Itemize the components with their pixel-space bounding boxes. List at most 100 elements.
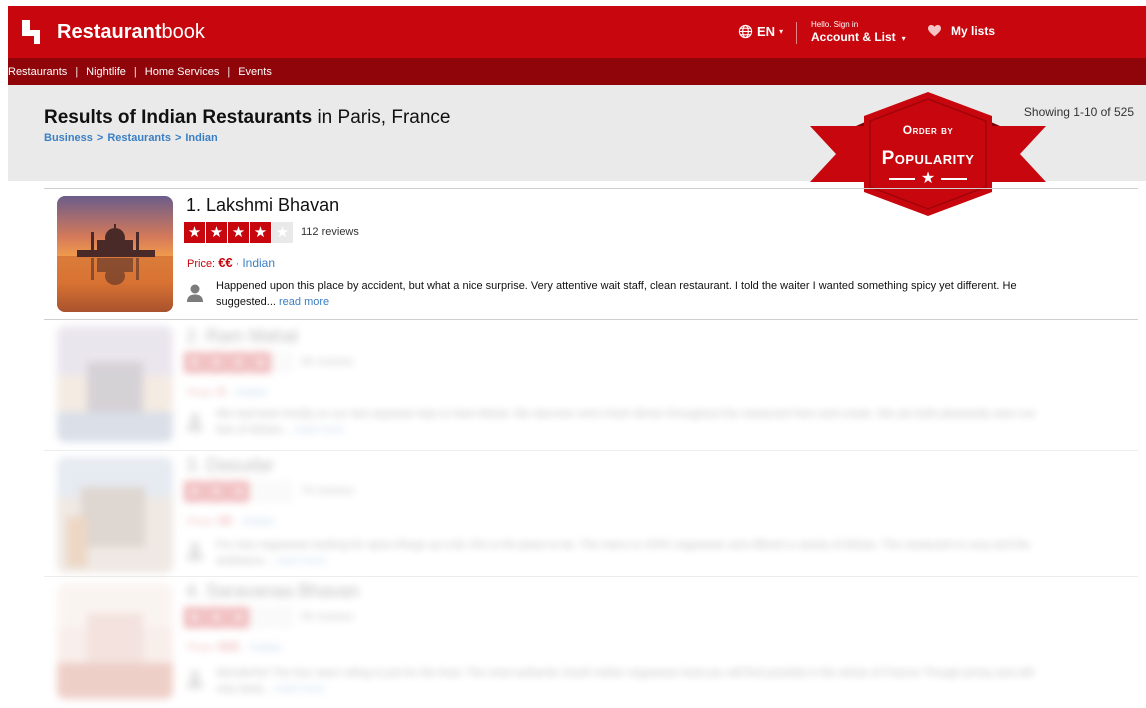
star-icon: ★	[228, 481, 249, 502]
language-label: EN	[757, 24, 776, 39]
account-menu[interactable]: Hello. Sign in Account & List ▾	[811, 20, 906, 46]
star-icon: ★	[184, 352, 205, 373]
restaurant-name[interactable]: 3. Dasudar	[186, 455, 274, 476]
restaurant-photo[interactable]	[57, 457, 173, 573]
nav-separator: |	[133, 65, 137, 78]
logo-text-light: book	[161, 21, 205, 43]
chevron-down-icon: ▾	[779, 27, 784, 36]
star-rating: ★ ★ ★ ★ ★	[184, 607, 294, 628]
user-icon	[186, 412, 204, 437]
price-level: €€	[218, 255, 233, 270]
cuisine-tag[interactable]: Indian	[242, 514, 275, 528]
read-more-link[interactable]: read more	[276, 555, 326, 567]
star-icon: ★	[272, 607, 293, 628]
category-nav: Restaurants | Nightlife | Home Services …	[8, 58, 1146, 85]
nav-item-restaurants[interactable]: Restaurants	[8, 66, 67, 78]
review-text: Wonderful! The four stars rating is just…	[216, 667, 1034, 695]
star-rating: ★ ★ ★ ★ ★	[184, 222, 294, 243]
restaurant-photo[interactable]	[57, 583, 173, 699]
star-icon: ★	[228, 352, 249, 373]
star-icon: ★	[250, 222, 271, 243]
account-label: Account & List	[811, 30, 896, 44]
star-icon: ★	[206, 352, 227, 373]
review-snippet: We had been fondly on our last separate …	[216, 406, 1046, 438]
review-count[interactable]: 78 reviews	[301, 485, 354, 497]
top-header: Restaurantbook EN ▾ Hello. Sign in Accou…	[8, 6, 1146, 58]
price-label: Price:	[187, 387, 216, 399]
star-rating: ★ ★ ★ ★ ★	[184, 352, 294, 373]
my-lists-label: My lists	[951, 24, 996, 38]
review-count[interactable]: 96 reviews	[301, 356, 354, 368]
logo-icon	[22, 20, 46, 44]
logo-text-bold: Restaurant	[57, 21, 162, 43]
star-icon: ★	[184, 222, 205, 243]
user-icon	[186, 669, 204, 694]
star-icon: ★	[184, 607, 205, 628]
restaurant-photo[interactable]	[57, 196, 173, 312]
review-snippet: Wonderful! The four stars rating is just…	[216, 665, 1046, 697]
star-icon: ★	[228, 222, 249, 243]
price-label: Price:	[187, 642, 216, 654]
page-title-location: in Paris, France	[312, 107, 451, 128]
list-item[interactable]: 3. Dasudar ★ ★ ★ ★ ★ 78 reviews Price: €…	[44, 451, 1138, 577]
review-text: For new vegetarian looking for spice thi…	[216, 539, 1030, 567]
star-rating: ★ ★ ★ ★ ★	[184, 481, 294, 502]
breadcrumb-business[interactable]: Business	[44, 132, 93, 144]
my-lists-link[interactable]: My lists	[928, 24, 995, 38]
restaurant-name[interactable]: 1. Lakshmi Bhavan	[186, 195, 339, 216]
star-icon: ★	[250, 481, 271, 502]
cuisine-tag[interactable]: Indian	[250, 640, 283, 654]
breadcrumb-indian[interactable]: Indian	[185, 132, 217, 144]
cuisine-tag[interactable]: Indian	[242, 256, 275, 270]
restaurant-name[interactable]: 4. Saravanaa Bhavan	[186, 581, 359, 602]
star-icon: ★	[206, 222, 227, 243]
user-icon	[186, 541, 204, 566]
list-item[interactable]: 2. Ram Mahal ★ ★ ★ ★ ★ 96 reviews Price:…	[44, 320, 1138, 450]
globe-icon	[738, 24, 753, 39]
heart-icon	[928, 25, 941, 37]
nav-item-events[interactable]: Events	[238, 66, 272, 78]
account-greeting: Hello. Sign in	[811, 20, 859, 29]
nav-separator: |	[75, 65, 79, 78]
star-icon: ★	[250, 607, 271, 628]
cuisine-tag[interactable]: Indian	[235, 385, 268, 399]
breadcrumb: Business > Restaurants > Indian	[44, 132, 218, 144]
page-title-bold: Results of Indian Restaurants	[44, 107, 313, 128]
read-more-link[interactable]: read more	[294, 424, 344, 436]
read-more-link[interactable]: read more	[279, 296, 329, 308]
header-divider	[796, 22, 797, 44]
page-title: Results of Indian Restaurants in Paris, …	[44, 107, 451, 129]
nav-item-nightlife[interactable]: Nightlife	[86, 66, 126, 78]
nav-separator: |	[227, 65, 231, 78]
review-count[interactable]: 66 reviews	[301, 611, 354, 623]
sort-badge-label: Popularity	[881, 148, 975, 169]
price-info: Price: €€ · Indian	[187, 513, 276, 528]
user-icon	[186, 283, 204, 308]
restaurant-name[interactable]: 2. Ram Mahal	[186, 326, 298, 347]
list-item[interactable]: 1. Lakshmi Bhavan ★ ★ ★ ★ ★ 112 reviews …	[44, 188, 1138, 320]
read-more-link[interactable]: read more	[274, 683, 324, 695]
price-label: Price:	[187, 258, 216, 270]
review-snippet: Happened upon this place by accident, bu…	[216, 278, 1046, 310]
price-level: €	[218, 384, 226, 399]
star-icon: ★	[272, 222, 293, 243]
nav-item-home-services[interactable]: Home Services	[145, 66, 220, 78]
price-level: €€	[218, 513, 233, 528]
star-icon: ★	[250, 352, 271, 373]
price-info: Price: € · Indian	[187, 384, 268, 399]
review-count[interactable]: 112 reviews	[301, 226, 359, 238]
chevron-down-icon: ▾	[901, 34, 906, 43]
star-icon: ★	[806, 168, 1050, 188]
review-text: Happened upon this place by accident, bu…	[216, 280, 1017, 308]
star-icon: ★	[272, 352, 293, 373]
review-snippet: For new vegetarian looking for spice thi…	[216, 537, 1046, 569]
star-icon: ★	[206, 481, 227, 502]
sort-badge-caption: Order by	[902, 123, 954, 137]
language-selector[interactable]: EN ▾	[738, 24, 783, 39]
star-icon: ★	[272, 481, 293, 502]
breadcrumb-restaurants[interactable]: Restaurants	[107, 132, 171, 144]
restaurant-photo[interactable]	[57, 326, 173, 442]
logo[interactable]: Restaurantbook	[22, 20, 205, 44]
price-level: €€€	[218, 639, 240, 654]
list-item[interactable]: 4. Saravanaa Bhavan ★ ★ ★ ★ ★ 66 reviews…	[44, 577, 1138, 705]
